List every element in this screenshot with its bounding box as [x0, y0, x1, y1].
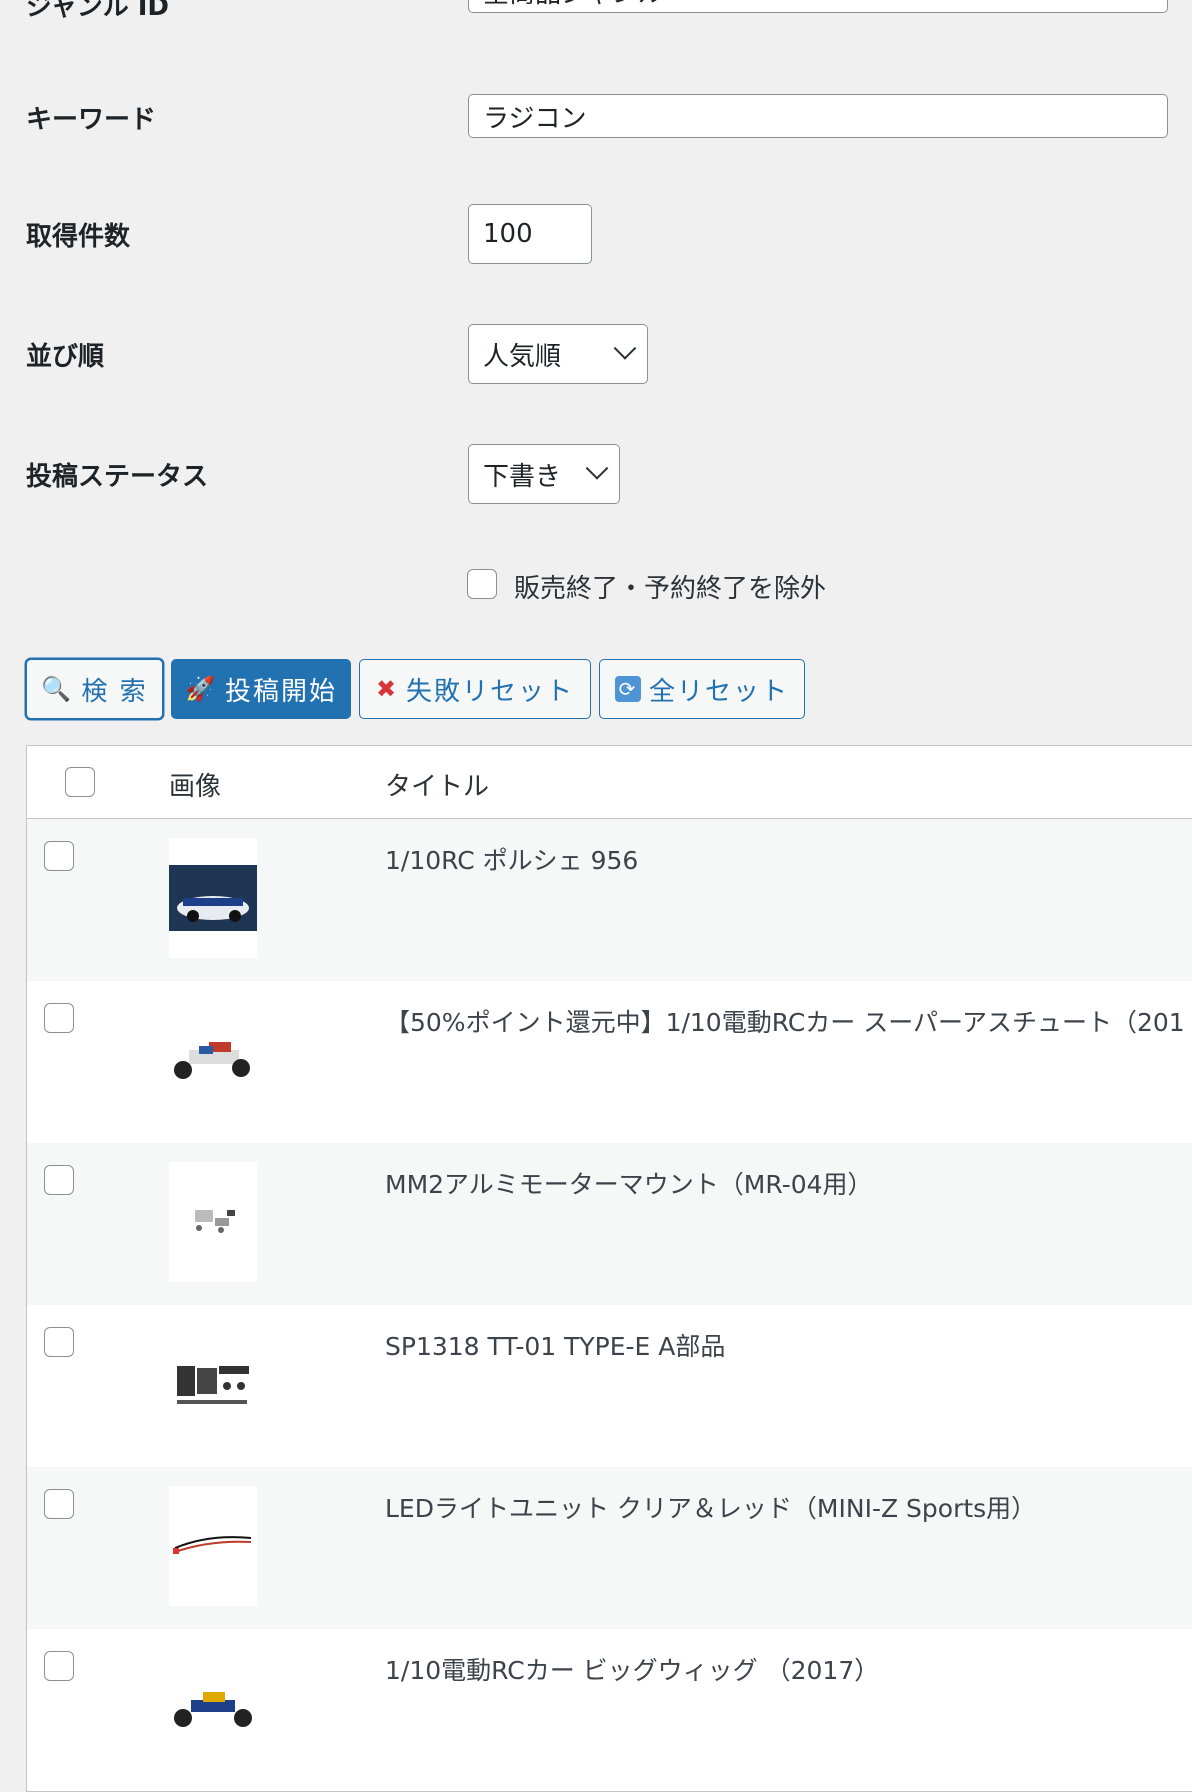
sort-select[interactable]: 人気順: [468, 324, 648, 384]
row-checkbox[interactable]: [44, 1327, 74, 1357]
status-label: 投稿ステータス: [26, 462, 209, 492]
genre-value: 全商品ジャンル: [483, 0, 664, 10]
all-reset-label: 全リセット: [648, 676, 789, 707]
table-row: 【50%ポイント還元中】1/10電動RCカー スーパーアスチュート（201: [27, 981, 1192, 1143]
col-image-header: 画像: [169, 772, 222, 802]
keyword-input[interactable]: ラジコン: [468, 94, 1168, 138]
product-thumbnail[interactable]: [169, 838, 257, 958]
row-checkbox[interactable]: [44, 1489, 74, 1519]
chevron-down-icon: [585, 457, 609, 480]
post-start-label: 投稿開始: [224, 676, 337, 707]
table-row: LEDライトユニット クリア＆レッド（MINI-Z Sports用）: [27, 1467, 1192, 1629]
all-reset-button[interactable]: ⟳ 全リセット: [599, 659, 805, 719]
product-thumbnail[interactable]: [169, 1162, 257, 1282]
row-title[interactable]: 1/10電動RCカー ビッグウィッグ （2017）: [385, 1651, 879, 1687]
col-title-header[interactable]: タイトル: [385, 766, 489, 803]
row-title[interactable]: 【50%ポイント還元中】1/10電動RCカー スーパーアスチュート（201: [385, 1003, 1185, 1039]
search-button[interactable]: 🔍 検 索: [26, 659, 163, 719]
product-thumbnail[interactable]: [169, 1324, 257, 1444]
exclude-label: 販売終了・予約終了を除外: [514, 574, 827, 604]
row-checkbox[interactable]: [44, 1165, 74, 1195]
chevron-down-icon: [613, 337, 637, 360]
row-checkbox[interactable]: [44, 1003, 74, 1033]
genre-input[interactable]: 全商品ジャンル: [468, 0, 1168, 13]
row-checkbox[interactable]: [44, 841, 74, 871]
keyword-label: キーワード: [26, 105, 157, 135]
table-row: SP1318 TT-01 TYPE-E A部品: [27, 1305, 1192, 1467]
row-title[interactable]: SP1318 TT-01 TYPE-E A部品: [385, 1327, 725, 1363]
count-input[interactable]: 100: [468, 204, 592, 264]
fail-reset-label: 失敗リセット: [406, 676, 575, 707]
search-button-label: 検 索: [81, 676, 148, 707]
count-value: 100: [483, 219, 533, 249]
results-table: 画像 タイトル 1/10RC ポルシェ 956 【50%ポイント還元中】1/10…: [26, 745, 1192, 1792]
rocket-icon: 🚀: [185, 675, 217, 703]
table-row: 1/10電動RCカー ビッグウィッグ （2017）: [27, 1629, 1192, 1791]
count-label: 取得件数: [26, 222, 131, 252]
table-row: 1/10RC ポルシェ 956: [27, 819, 1192, 981]
row-checkbox[interactable]: [44, 1651, 74, 1681]
table-row: MM2アルミモーターマウント（MR-04用）: [27, 1143, 1192, 1305]
product-thumbnail[interactable]: [169, 1000, 257, 1120]
fail-reset-button[interactable]: ✖ 失敗リセット: [359, 659, 591, 719]
sort-value: 人気順: [483, 341, 562, 372]
keyword-value: ラジコン: [483, 103, 587, 134]
sort-label: 並び順: [26, 342, 105, 372]
status-value: 下書き: [483, 461, 562, 492]
post-start-button[interactable]: 🚀 投稿開始: [171, 659, 351, 719]
status-select[interactable]: 下書き: [468, 444, 620, 504]
table-header: 画像 タイトル: [27, 746, 1192, 819]
row-title[interactable]: 1/10RC ポルシェ 956: [385, 841, 638, 877]
refresh-icon: ⟳: [614, 676, 641, 702]
product-thumbnail[interactable]: [169, 1486, 257, 1606]
genre-label: ジャンル ID: [26, 0, 170, 22]
close-icon: ✖: [375, 675, 399, 703]
row-title[interactable]: LEDライトユニット クリア＆レッド（MINI-Z Sports用）: [385, 1489, 1036, 1525]
exclude-checkbox[interactable]: [467, 569, 497, 599]
search-icon: 🔍: [41, 675, 74, 703]
select-all-checkbox[interactable]: [65, 767, 95, 797]
product-thumbnail[interactable]: [169, 1648, 257, 1768]
row-title[interactable]: MM2アルミモーターマウント（MR-04用）: [385, 1165, 873, 1201]
